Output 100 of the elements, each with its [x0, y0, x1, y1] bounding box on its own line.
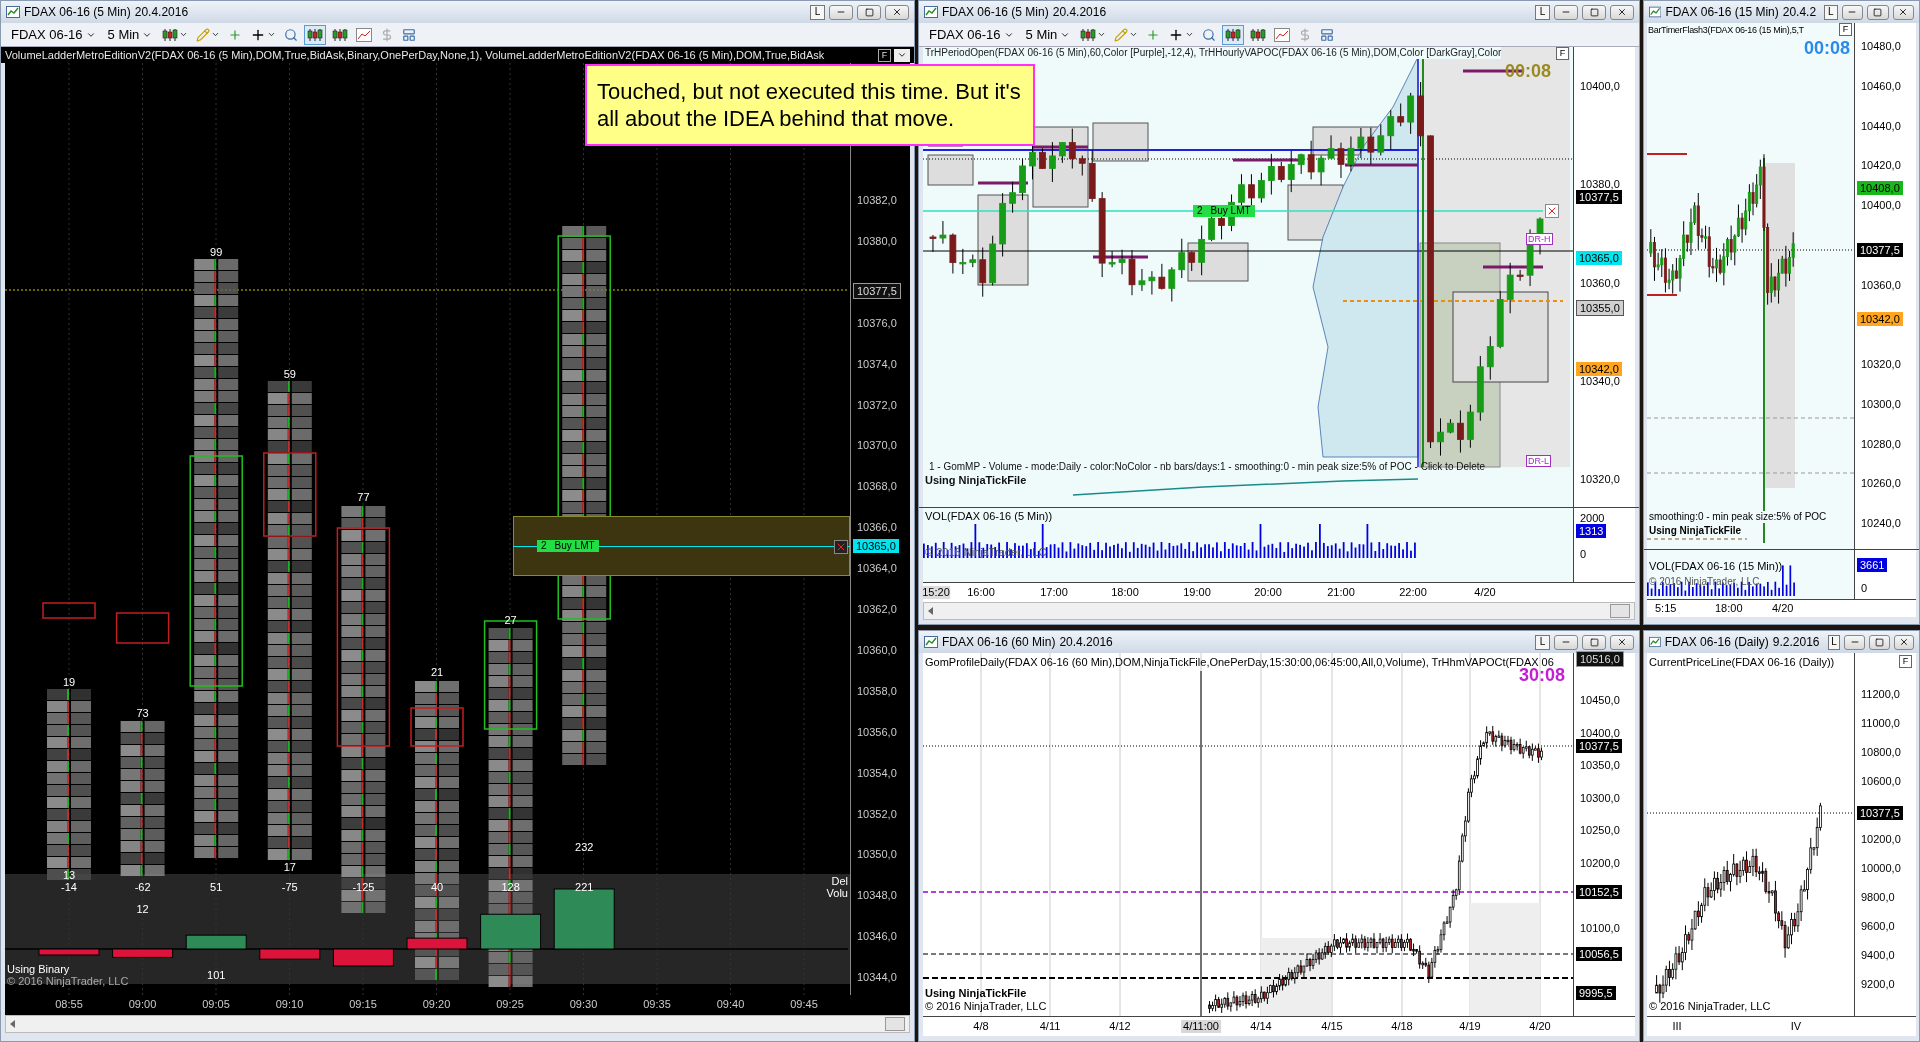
axis-label: 10450,0: [1580, 694, 1620, 707]
interval-dropdown[interactable]: 5 Min: [1021, 24, 1075, 45]
column-delta: 221: [575, 881, 594, 893]
window-date: 9.2.2016: [1772, 634, 1820, 651]
profile-note: 1 - GomMP - Volume - mode:Daily - color:NoColor - nb bars/days:1 - smoothing:0 - min peak size:5% of POC - Click to Delete: [929, 461, 1486, 473]
axis-label: 11200,0: [1861, 688, 1900, 701]
axis-label: 2000: [1580, 511, 1605, 526]
time-label: 4/14: [1249, 1020, 1273, 1033]
axis-label: 4/20: [1474, 586, 1496, 599]
data-source-label: Using NinjaTickFile: [925, 987, 1027, 1000]
window-title: FDAX 06-16 (5 Min): [24, 4, 131, 21]
axis-label: 10368,0: [857, 480, 897, 494]
column-delta: -125: [352, 881, 375, 893]
axis-label: 10400,0: [1861, 199, 1901, 212]
axis-label: 5:15: [1655, 602, 1677, 615]
time-label: 4/11:00: [1181, 1020, 1221, 1033]
axis-label: 19:00: [1183, 586, 1211, 599]
axis-label: 10420,0: [1861, 159, 1901, 173]
copyright-label: © 2016 NinjaTrader, LLC: [925, 1000, 1047, 1013]
panel-button[interactable]: F: [878, 48, 891, 62]
annotation-note: Touched, but not executed this time. But it's all about the IDEA behind that move.: [585, 64, 1035, 146]
pin-button[interactable]: L: [1535, 634, 1550, 650]
axis-label: 20:00: [1254, 586, 1282, 599]
column-total: 19: [62, 676, 76, 688]
axis-label: 10380,0: [1580, 178, 1620, 192]
axis-label: 10356,0: [857, 725, 897, 739]
interval-dropdown[interactable]: 5 Min: [103, 24, 157, 45]
axis-label: 09:35: [643, 998, 671, 1011]
axis-label: 10440,0: [1861, 119, 1901, 133]
pin-button[interactable]: L: [1535, 4, 1550, 20]
axis-label: 0: [1580, 547, 1587, 562]
profile-note: smoothing:0 - min peak size:5% of POC: [1649, 511, 1827, 523]
axis-label: 10366,0: [857, 521, 897, 535]
axis-label: IV: [1790, 1020, 1802, 1033]
column-delta: 51: [210, 881, 223, 893]
volume-title: VOL(FDAX 06-16 (15 Min)): [1649, 560, 1783, 573]
axis-label: 10260,0: [1861, 477, 1901, 491]
price-tag: 10377,5: [1576, 190, 1622, 204]
delta-label: Del: [831, 875, 848, 887]
axis-label: 10352,0: [857, 807, 897, 821]
copyright-label: © 2016 NinjaTrader, LLC: [1649, 576, 1760, 588]
axis-label: 10100,0: [1580, 921, 1620, 935]
axis-label: 17:00: [1040, 586, 1068, 599]
order-type: Buy LMT: [1210, 205, 1251, 217]
time-label: 4/12: [1108, 1020, 1132, 1033]
indicator-label: GomProfileDaily(FDAX 06-16 (60 Min),DOM,NinjaTickFile,OnePerDay,15:30:00,06:45:00,All,0,Volume), TrHhmVAPOCt(FDAX 06: [925, 656, 1554, 668]
indicator-label: CurrentPriceLine(FDAX 06-16 (Daily)): [1649, 656, 1835, 669]
axis-label: 10344,0: [857, 971, 897, 985]
price-tag: 10377,5: [1576, 739, 1622, 753]
volume-title: VOL(FDAX 06-16 (5 Min)): [925, 510, 1053, 523]
pin-button[interactable]: L: [1824, 4, 1838, 20]
price-tag: 10056,5: [1576, 947, 1622, 961]
axis-label: 10350,0: [857, 848, 897, 862]
axis-label: 0: [1861, 581, 1868, 596]
price-tag: 10365,0: [853, 539, 899, 553]
price-tag: 9995,5: [1576, 986, 1616, 1000]
price-tag: 10365,0: [1576, 251, 1622, 265]
axis-label: 10348,0: [857, 889, 897, 903]
order-quantity: 2: [541, 540, 547, 552]
column-total: 59: [283, 368, 296, 380]
axis-label: 10280,0: [1861, 437, 1901, 451]
bar-timer: 00:08: [1504, 61, 1551, 81]
order-label[interactable]: 2 Buy LMT: [1193, 205, 1255, 217]
pin-button[interactable]: L: [1827, 634, 1841, 650]
panel-button[interactable]: F: [1899, 655, 1912, 668]
axis-label: 10340,0: [1580, 374, 1620, 388]
window-title: FDAX 06-16 (Daily): [1664, 634, 1769, 651]
instrument-dropdown[interactable]: FDAX 06-16: [925, 24, 1018, 45]
price-tag: 10377,5: [853, 283, 901, 299]
axis-label: 10350,0: [1580, 759, 1620, 772]
instrument-dropdown[interactable]: FDAX 06-16: [7, 24, 100, 45]
axis-label: 10480,0: [1861, 40, 1901, 53]
axis-label: 18:00: [1715, 602, 1743, 615]
pin-button[interactable]: L: [810, 4, 825, 20]
indicator-label: VolumeLadderMetroEditionV2(FDAX 06-16 (5 Min),DOM,True,BidAsk,Binary,OnePerDay,None,1), VolumeLadderMetroEditionV2(FDAX 06-16 (5 Min),DOM,True,BidAsk: [5, 47, 826, 63]
indicator-label: TrHPeriodOpen(FDAX 06-16 (5 Min),60,Color [Purple],-12,4), TrHHourlyVAPOC(FDAX 06-16 (5 Min),DOM,Color [DarkGray],Color: [925, 47, 1502, 59]
axis-label: 18:00: [1111, 586, 1139, 599]
price-tag: 10516,0: [1576, 651, 1624, 667]
data-source-label: Using NinjaTickFile: [925, 474, 1027, 487]
axis-label: 09:45: [790, 998, 818, 1011]
delta-label: Volu: [826, 887, 848, 899]
axis-label: 09:25: [496, 998, 524, 1011]
axis-label: III: [1672, 1020, 1682, 1033]
order-label[interactable]: 2 Buy LMT: [537, 540, 599, 552]
panel-button[interactable]: F: [1839, 23, 1852, 36]
axis-label: 10382,0: [857, 194, 897, 207]
axis-label: 09:30: [569, 998, 598, 1011]
panel-button[interactable]: F: [1556, 47, 1569, 60]
axis-label: 10240,0: [1861, 517, 1901, 530]
window-title: FDAX 06-16 (5 Min): [942, 4, 1049, 21]
axis-label: 10460,0: [1861, 79, 1901, 93]
axis-label: 10320,0: [1861, 358, 1901, 371]
axis-label: 21:00: [1327, 586, 1355, 599]
axis-label: 10364,0: [857, 562, 897, 576]
axis-label: 10360,0: [857, 643, 897, 657]
bar-timer: 30:08: [1518, 665, 1565, 685]
axis-label: 10400,0: [1580, 80, 1620, 93]
axis-label: 10320,0: [1580, 473, 1620, 486]
data-source-label: Using Binary: [7, 963, 70, 975]
indicator-label: BarTimerFlash3(FDAX 06-16 (15 Min),5,T: [1648, 25, 1804, 36]
